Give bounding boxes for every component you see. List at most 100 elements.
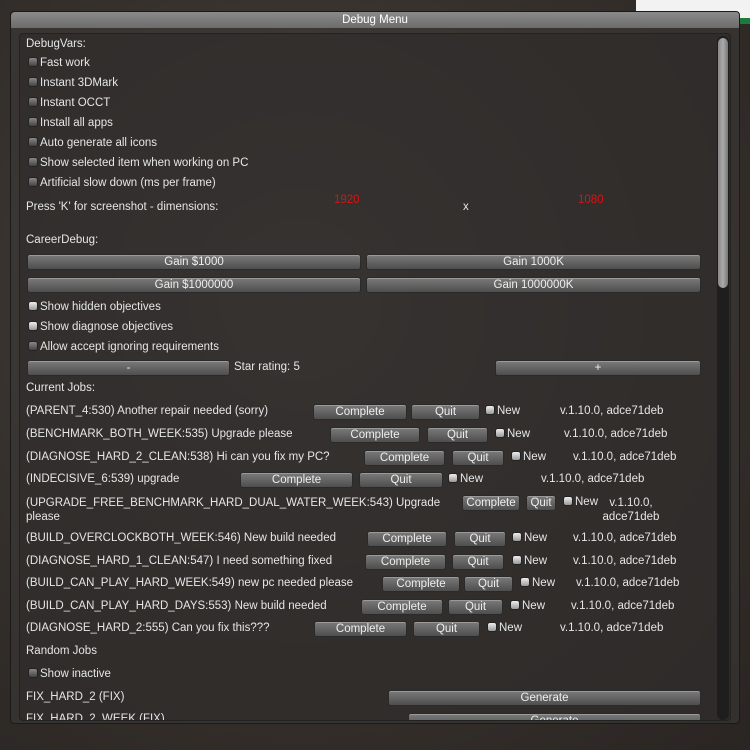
checkbox-icon[interactable]	[512, 532, 522, 542]
option-6[interactable]: Artificial slow down (ms per frame)	[28, 177, 216, 189]
quit-button[interactable]: Quit	[452, 554, 504, 570]
star-plus-button[interactable]: +	[495, 360, 701, 376]
job-label: (UPGRADE_FREE_BENCHMARK_HARD_DUAL_WATER_…	[26, 497, 441, 523]
checkbox-icon[interactable]	[28, 157, 38, 167]
checkbox-label: Show diagnose objectives	[40, 321, 173, 333]
checkbox-icon[interactable]	[487, 622, 497, 632]
quit-button[interactable]: Quit	[411, 404, 480, 420]
generate-button[interactable]: Generate	[408, 713, 701, 720]
career-option-0[interactable]: Show hidden objectives	[28, 301, 161, 313]
job-label: (BUILD_CAN_PLAY_HARD_DAYS:553) New build…	[26, 600, 327, 612]
option-2[interactable]: Instant OCCT	[28, 97, 110, 109]
job-label: (DIAGNOSE_HARD_2_CLEAN:538) Hi can you f…	[26, 451, 330, 463]
checkbox-icon[interactable]	[495, 428, 505, 438]
checkbox-label: New	[499, 622, 523, 634]
new-checkbox[interactable]: New	[512, 532, 547, 544]
new-checkbox[interactable]: New	[495, 428, 530, 440]
option-3[interactable]: Install all apps	[28, 117, 113, 129]
option-4[interactable]: Auto generate all icons	[28, 137, 157, 149]
checkbox-label: New	[497, 405, 521, 417]
job-label: (BUILD_OVERCLOCKBOTH_WEEK:546) New build…	[26, 532, 336, 544]
job-version: v.1.10.0, adce71deb	[571, 600, 675, 612]
checkbox-icon[interactable]	[28, 77, 38, 87]
quit-button[interactable]: Quit	[413, 621, 480, 637]
career-option-1[interactable]: Show diagnose objectives	[28, 321, 173, 333]
random-jobs-heading: Random Jobs	[26, 645, 97, 657]
complete-button[interactable]: Complete	[240, 472, 353, 488]
checkbox-icon[interactable]	[563, 496, 573, 506]
checkbox-icon[interactable]	[28, 137, 38, 147]
debugvars-heading: DebugVars:	[26, 38, 86, 50]
quit-button[interactable]: Quit	[454, 531, 506, 547]
new-checkbox[interactable]: New	[511, 451, 546, 463]
quit-button[interactable]: Quit	[427, 427, 488, 443]
career-option-2[interactable]: Allow accept ignoring requirements	[28, 341, 219, 353]
new-checkbox[interactable]: New	[563, 496, 598, 508]
option-1[interactable]: Instant 3DMark	[28, 77, 118, 89]
job-version: v.1.10.0, adce71deb	[602, 497, 660, 523]
window-title[interactable]: Debug Menu	[11, 12, 739, 28]
checkbox-label: New	[575, 496, 599, 508]
job-version: v.1.10.0, adce71deb	[573, 451, 677, 463]
screenshot-x: x	[463, 201, 469, 213]
checkbox-label: Artificial slow down (ms per frame)	[40, 177, 216, 189]
generate-button[interactable]: Generate	[388, 690, 701, 706]
complete-button[interactable]: Complete	[462, 495, 520, 511]
checkbox-icon[interactable]	[28, 57, 38, 67]
checkbox-icon[interactable]	[28, 341, 38, 351]
checkbox-icon[interactable]	[28, 668, 38, 678]
checkbox-label: New	[522, 600, 546, 612]
gain-1000000k-button[interactable]: Gain 1000000K	[366, 277, 701, 293]
new-checkbox[interactable]: New	[487, 622, 522, 634]
complete-button[interactable]: Complete	[314, 621, 407, 637]
scrollbar-thumb[interactable]	[718, 38, 728, 288]
checkbox-label: Instant 3DMark	[40, 77, 118, 89]
checkbox-icon[interactable]	[28, 177, 38, 187]
checkbox-icon[interactable]	[510, 600, 520, 610]
debug-panel: DebugVars: Fast work Instant 3DMark Instant…	[19, 33, 731, 721]
checkbox-icon[interactable]	[28, 321, 38, 331]
quit-button[interactable]: Quit	[526, 495, 556, 511]
checkbox-label: Show inactive	[40, 668, 111, 680]
checkbox-label: Show selected item when working on PC	[40, 157, 249, 169]
complete-button[interactable]: Complete	[382, 576, 460, 592]
checkbox-icon[interactable]	[28, 117, 38, 127]
new-checkbox[interactable]: New	[510, 600, 545, 612]
gain-1000k-button[interactable]: Gain 1000K	[366, 254, 701, 270]
option-5[interactable]: Show selected item when working on PC	[28, 157, 248, 169]
checkbox-icon[interactable]	[511, 451, 521, 461]
checkbox-label: New	[523, 451, 547, 463]
checkbox-icon[interactable]	[520, 577, 530, 587]
job-version: v.1.10.0, adce71deb	[576, 577, 680, 589]
option-0[interactable]: Fast work	[28, 57, 90, 69]
quit-button[interactable]: Quit	[464, 576, 513, 592]
complete-button[interactable]: Complete	[330, 427, 420, 443]
job-label: (DIAGNOSE_HARD_1_CLEAN:547) I need somet…	[26, 555, 333, 567]
new-checkbox[interactable]: New	[520, 577, 555, 589]
star-minus-button[interactable]: -	[27, 360, 230, 376]
checkbox-icon[interactable]	[485, 405, 495, 415]
quit-button[interactable]: Quit	[359, 472, 443, 488]
complete-button[interactable]: Complete	[365, 554, 446, 570]
checkbox-label: Fast work	[40, 57, 90, 69]
new-checkbox[interactable]: New	[485, 405, 520, 417]
star-rating: Star rating: 5	[234, 361, 300, 373]
complete-button[interactable]: Complete	[367, 531, 447, 547]
complete-button[interactable]: Complete	[361, 599, 443, 615]
checkbox-icon[interactable]	[28, 301, 38, 311]
new-checkbox[interactable]: New	[512, 555, 547, 567]
complete-button[interactable]: Complete	[313, 404, 407, 420]
checkbox-label: Instant OCCT	[40, 97, 111, 109]
checkbox-icon[interactable]	[448, 473, 458, 483]
gain-1000000-button[interactable]: Gain $1000000	[27, 277, 361, 293]
checkbox-icon[interactable]	[512, 555, 522, 565]
show-inactive-checkbox[interactable]: Show inactive	[28, 668, 111, 680]
quit-button[interactable]: Quit	[448, 599, 503, 615]
complete-button[interactable]: Complete	[364, 450, 445, 466]
new-checkbox[interactable]: New	[448, 473, 483, 485]
job-version: v.1.10.0, adce71deb	[573, 555, 677, 567]
quit-button[interactable]: Quit	[452, 450, 504, 466]
checkbox-icon[interactable]	[28, 97, 38, 107]
gain-1000-button[interactable]: Gain $1000	[27, 254, 361, 270]
scrollbar[interactable]	[717, 36, 729, 720]
